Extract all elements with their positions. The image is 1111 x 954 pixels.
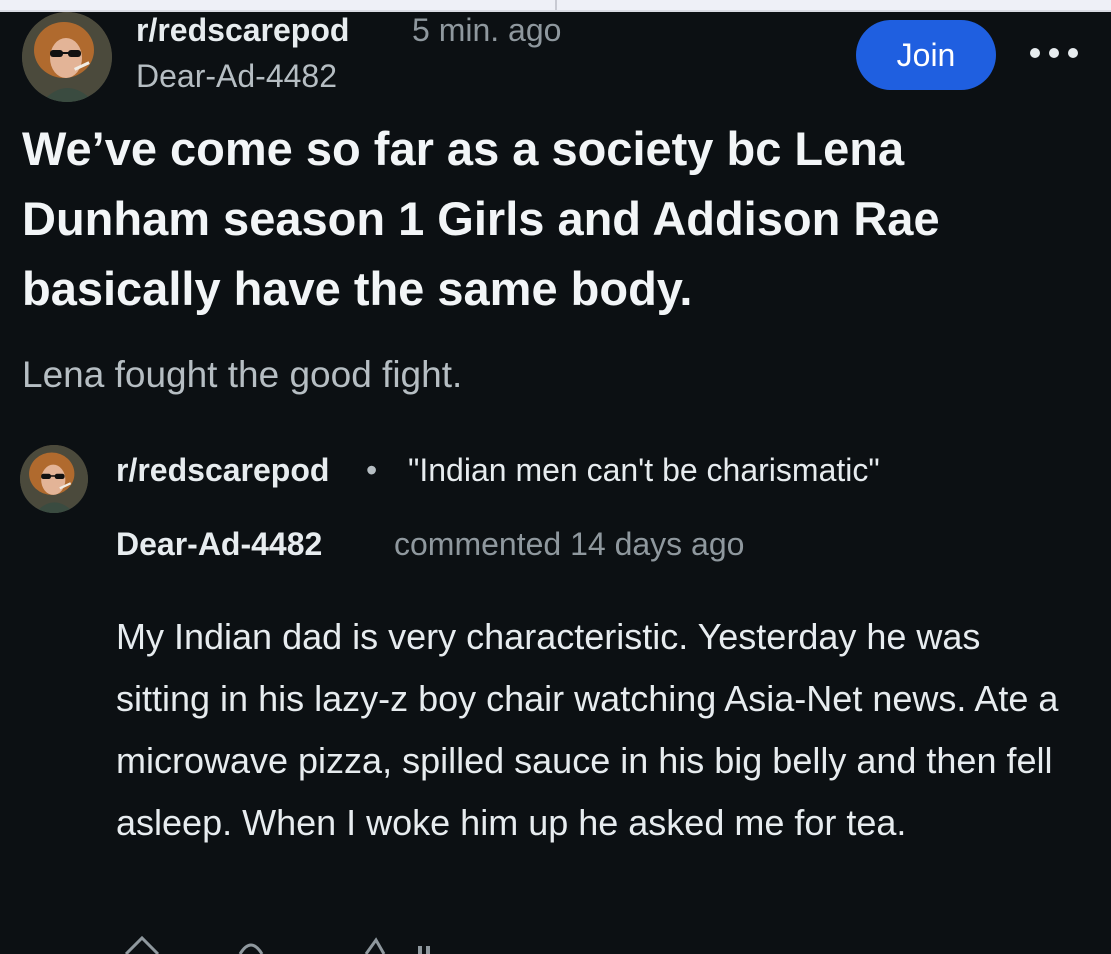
comment-timestamp: commented 14 days ago bbox=[394, 526, 745, 562]
join-button[interactable]: Join bbox=[856, 20, 996, 90]
more-dot bbox=[1030, 48, 1040, 58]
award-count-icon bbox=[418, 946, 430, 954]
comment-username[interactable]: Dear-Ad-4482 bbox=[116, 526, 322, 563]
comment-author-avatar[interactable] bbox=[20, 445, 88, 513]
post-author-avatar[interactable] bbox=[22, 12, 112, 102]
avatar-image bbox=[20, 445, 88, 513]
top-edge-tick bbox=[555, 0, 557, 10]
post-username[interactable]: Dear-Ad-4482 bbox=[136, 58, 337, 95]
reply-icon[interactable] bbox=[236, 934, 266, 954]
comment-parent-post-title[interactable]: "Indian men can't be charismatic" bbox=[408, 452, 880, 489]
avatar-image bbox=[22, 12, 112, 102]
more-options-icon[interactable] bbox=[1030, 38, 1078, 68]
more-dot bbox=[1049, 48, 1059, 58]
post-body: Lena fought the good fight. bbox=[22, 354, 463, 395]
comment-subreddit[interactable]: r/redscarepod bbox=[116, 452, 329, 489]
more-dot bbox=[1068, 48, 1078, 58]
separator-dot: • bbox=[366, 452, 378, 488]
comment-body: My Indian dad is very characteristic. Ye… bbox=[116, 616, 1059, 843]
top-edge-strip bbox=[0, 0, 1111, 12]
award-icon[interactable] bbox=[360, 934, 390, 954]
post-subreddit[interactable]: r/redscarepod bbox=[136, 12, 349, 49]
post-timestamp: 5 min. ago bbox=[412, 12, 562, 48]
post-title[interactable]: We’ve come so far as a society bc Lena D… bbox=[22, 114, 1072, 324]
upvote-icon[interactable] bbox=[122, 934, 162, 954]
